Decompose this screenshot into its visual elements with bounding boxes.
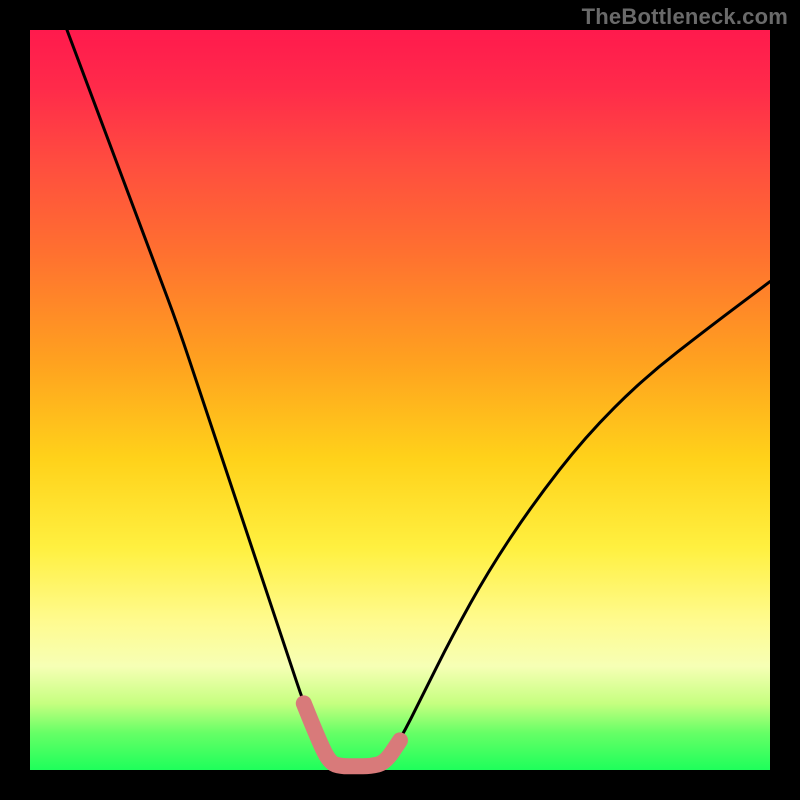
watermark-text: TheBottleneck.com xyxy=(582,4,788,30)
curve-left-branch xyxy=(67,30,330,763)
chart-frame: TheBottleneck.com xyxy=(0,0,800,800)
curve-layer xyxy=(30,30,770,770)
curve-right-branch xyxy=(385,282,770,763)
curve-bottom-highlight xyxy=(304,703,400,766)
